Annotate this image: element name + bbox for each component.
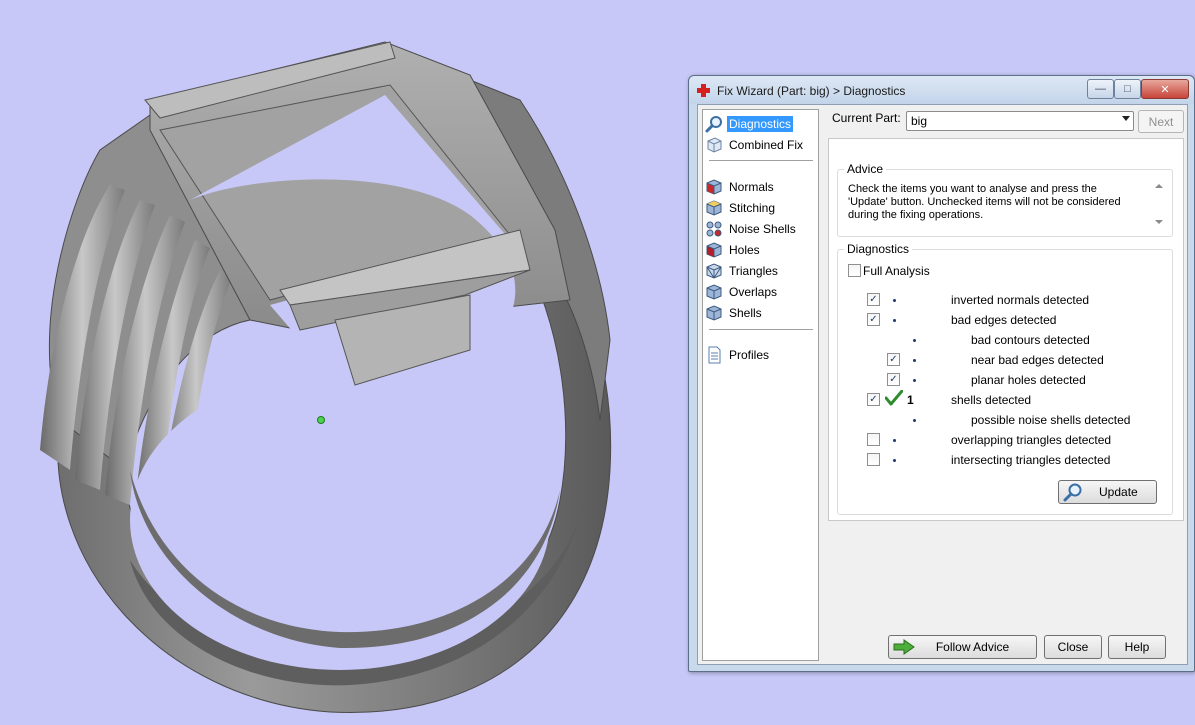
overlapping-triangles-checkbox[interactable]: [867, 433, 880, 446]
next-button[interactable]: Next: [1138, 110, 1184, 133]
shells-count: 1: [907, 393, 914, 407]
shells-label: shells detected: [951, 393, 1032, 407]
nav-item-shells[interactable]: Shells: [705, 303, 815, 323]
planar-holes-label: planar holes detected: [971, 373, 1086, 387]
advice-group: Advice Check the items you want to analy…: [837, 162, 1173, 237]
bullet-icon: [893, 439, 896, 442]
scroll-down-icon[interactable]: [1155, 220, 1163, 224]
arrow-right-icon: [893, 639, 915, 655]
bullet-icon: [913, 379, 916, 382]
planar-holes-checkbox[interactable]: ✓: [887, 373, 900, 386]
triangles-cube-icon: [706, 263, 722, 279]
shells-cube-icon: [706, 305, 722, 321]
update-button[interactable]: Update: [1058, 480, 1157, 504]
chevron-down-icon: [1122, 116, 1130, 121]
update-label: Update: [1099, 485, 1138, 499]
bullet-icon: [913, 359, 916, 362]
diagnostics-panel: Advice Check the items you want to analy…: [828, 138, 1184, 521]
noise-shells-label: possible noise shells detected: [971, 413, 1131, 427]
inverted-normals-label: inverted normals detected: [951, 293, 1090, 307]
intersecting-triangles-label: intersecting triangles detected: [951, 453, 1111, 467]
nav-item-overlaps[interactable]: Overlaps: [705, 282, 815, 302]
diagnostics-group: Diagnostics Full Analysis ✓ inverted nor…: [837, 242, 1173, 515]
full-analysis-label: Full Analysis: [863, 264, 930, 278]
nav-label: Holes: [729, 243, 760, 257]
follow-advice-label: Follow Advice: [935, 640, 1010, 654]
near-bad-edges-label: near bad edges detected: [971, 353, 1104, 367]
nav-item-diagnostics[interactable]: Diagnostics: [705, 114, 815, 134]
nav-item-holes[interactable]: Holes: [705, 240, 815, 260]
window-title: Fix Wizard (Part: big) > Diagnostics: [717, 84, 906, 98]
3d-viewport[interactable]: [0, 0, 680, 722]
bullet-icon: [893, 299, 896, 302]
near-bad-edges-checkbox[interactable]: ✓: [887, 353, 900, 366]
nav-separator: [709, 329, 813, 330]
advice-text: Check the items you want to analyse and …: [848, 183, 1121, 221]
bad-edges-label: bad edges detected: [951, 313, 1057, 327]
help-button[interactable]: Help: [1108, 635, 1166, 659]
close-window-button[interactable]: ✕: [1141, 79, 1189, 99]
intersecting-triangles-checkbox[interactable]: [867, 453, 880, 466]
wizard-client-area: Diagnostics Combined Fix Normals Stitchi…: [697, 104, 1188, 665]
follow-advice-button[interactable]: Follow Advice: [888, 635, 1037, 659]
advice-title: Advice: [844, 162, 887, 176]
nav-item-profiles[interactable]: Profiles: [705, 345, 815, 365]
bad-contours-label: bad contours detected: [971, 333, 1090, 347]
overlapping-triangles-label: overlapping triangles detected: [951, 433, 1112, 447]
close-button[interactable]: Close: [1044, 635, 1102, 659]
bullet-icon: [893, 459, 896, 462]
bullet-icon: [893, 319, 896, 322]
nav-label: Normals: [729, 180, 774, 194]
pivot-point: [317, 416, 325, 424]
bullet-icon: [913, 419, 916, 422]
ring-model: [40, 41, 612, 714]
normals-cube-icon: [706, 179, 722, 195]
nav-item-normals[interactable]: Normals: [705, 177, 815, 197]
nav-label: Triangles: [729, 264, 778, 278]
holes-cube-icon: [706, 242, 722, 258]
nav-label: Combined Fix: [729, 138, 804, 152]
bullet-icon: [913, 339, 916, 342]
check-mark-icon: [885, 390, 903, 406]
nav-label: Shells: [729, 306, 762, 320]
nav-label: Profiles: [729, 348, 770, 362]
magnifier-icon: [705, 116, 722, 133]
current-part-select[interactable]: big: [906, 111, 1134, 131]
scroll-up-icon[interactable]: [1155, 184, 1163, 188]
combined-fix-icon: [707, 137, 722, 153]
title-bar[interactable]: Fix Wizard (Part: big) > Diagnostics — □…: [689, 76, 1194, 104]
nav-item-combined-fix[interactable]: Combined Fix: [705, 135, 815, 155]
full-analysis-checkbox[interactable]: [848, 264, 861, 277]
shells-checkbox[interactable]: ✓: [867, 393, 880, 406]
nav-item-noise-shells[interactable]: Noise Shells: [705, 219, 815, 239]
wizard-nav-panel: Diagnostics Combined Fix Normals Stitchi…: [702, 109, 819, 661]
nav-label: Overlaps: [729, 285, 778, 299]
fix-wizard-window: Fix Wizard (Part: big) > Diagnostics — □…: [688, 75, 1195, 672]
overlaps-cube-icon: [706, 284, 722, 300]
inverted-normals-checkbox[interactable]: ✓: [867, 293, 880, 306]
red-cross-icon: [697, 84, 710, 97]
current-part-value: big: [911, 114, 928, 128]
bad-edges-checkbox[interactable]: ✓: [867, 313, 880, 326]
stitching-cube-icon: [706, 200, 722, 216]
advice-scrollbar[interactable]: [1152, 180, 1166, 228]
maximize-button[interactable]: □: [1114, 79, 1141, 99]
profiles-document-icon: [708, 346, 721, 364]
diagnostics-title: Diagnostics: [844, 242, 913, 256]
nav-label: Diagnostics: [727, 116, 794, 132]
magnifier-icon: [1063, 483, 1082, 502]
noise-shells-icon: [706, 221, 722, 237]
nav-label: Stitching: [729, 201, 776, 215]
nav-item-triangles[interactable]: Triangles: [705, 261, 815, 281]
nav-separator: [709, 160, 813, 161]
minimize-button[interactable]: —: [1087, 79, 1114, 99]
current-part-label: Current Part:: [832, 111, 901, 125]
nav-label: Noise Shells: [729, 222, 796, 236]
nav-item-stitching[interactable]: Stitching: [705, 198, 815, 218]
